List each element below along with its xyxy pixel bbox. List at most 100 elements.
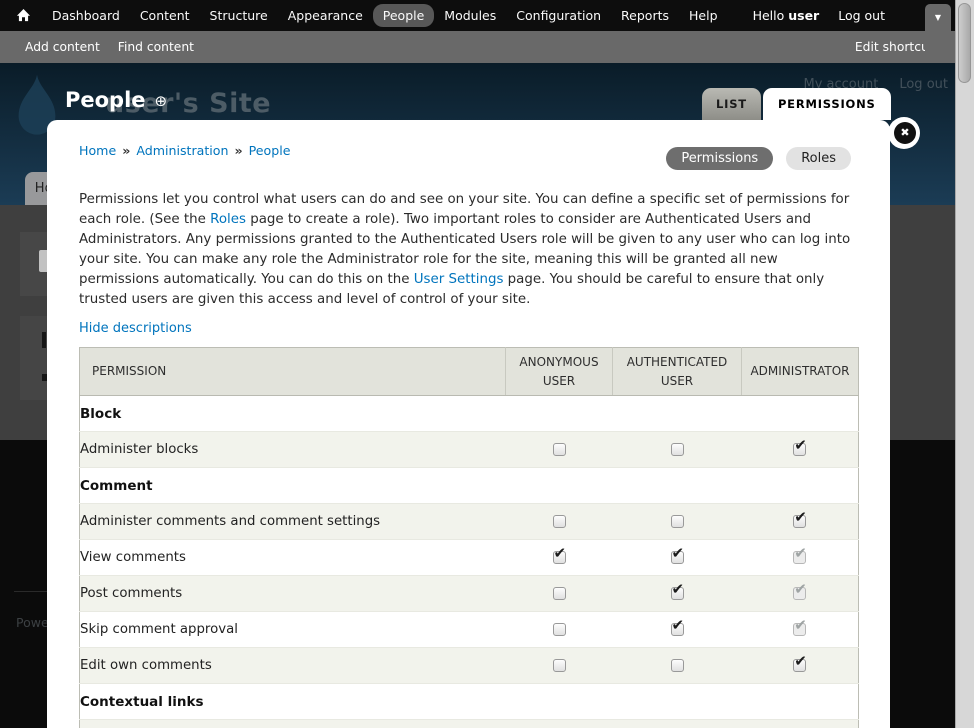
toolbar-item-modules[interactable]: Modules <box>434 4 506 27</box>
checkbox-anonymous-user-skip-comment-approval[interactable] <box>552 622 566 636</box>
checkmark-icon: ✔ <box>671 579 685 598</box>
checkbox-authenticated-user-administer-blocks[interactable] <box>670 442 684 456</box>
roles-link[interactable]: Roles <box>210 212 246 227</box>
user-settings-link[interactable]: User Settings <box>414 272 504 287</box>
checkmark-icon: ✔ <box>671 615 685 634</box>
shortcut-item-find-content[interactable]: Find content <box>118 40 194 54</box>
toolbar-item-help[interactable]: Help <box>679 4 728 27</box>
checkbox-cell <box>505 647 613 684</box>
toolbar-item-reports[interactable]: Reports <box>611 4 679 27</box>
checkbox-cell: ✔ <box>741 575 859 612</box>
logout-link[interactable]: Log out <box>838 8 885 23</box>
shortcut-menu: Add content Find content <box>25 40 194 54</box>
checkbox-administrator-post-comments: ✔ <box>793 581 807 600</box>
checkbox-cell <box>612 503 742 540</box>
checkmark-icon: ✔ <box>794 435 807 454</box>
dimmed-input-fragment <box>39 250 47 272</box>
greeting: Hello user <box>753 8 820 23</box>
scrollbar[interactable] <box>955 0 974 728</box>
toolbar-item-appearance[interactable]: Appearance <box>278 4 373 27</box>
tab-list[interactable]: LIST <box>702 88 761 120</box>
shortcut-bar: Add content Find content Edit shortcuts <box>0 31 956 63</box>
roles-button[interactable]: Roles <box>786 147 851 170</box>
shortcut-item-add-content[interactable]: Add content <box>25 40 100 54</box>
checkbox-cell <box>505 431 613 468</box>
checkbox-anonymous-user-administer-blocks[interactable] <box>552 442 566 456</box>
dimmed-text-fragment <box>42 332 46 348</box>
partial-cell <box>79 719 859 728</box>
checkbox-cell <box>505 503 613 540</box>
column-header-permission: PERMISSION <box>79 347 506 396</box>
checkmark-icon: ✔ <box>794 507 807 526</box>
toolbar-user-area: Hello user Log out <box>753 0 885 31</box>
checkbox-cell: ✔ <box>741 539 859 576</box>
page-title-text: People <box>65 88 146 112</box>
permissions-overlay: Home » Administration » People Permissions Ro… <box>47 120 890 728</box>
checkbox-cell: ✔ <box>741 431 859 468</box>
permission-row-administer-comments-and-comment-settings: Administer comments and comment settings… <box>79 503 859 540</box>
checkbox-administrator-administer-blocks[interactable]: ✔ <box>793 437 807 456</box>
checkbox-authenticated-user-administer-comments-and-comment-settings[interactable] <box>670 514 684 528</box>
checkbox-anonymous-user-post-comments[interactable] <box>552 586 566 600</box>
column-header-authenticated-user: AUTHENTICATED USER <box>612 347 742 396</box>
breadcrumb-link-home[interactable]: Home <box>79 143 116 158</box>
breadcrumb: Home » Administration » People <box>79 143 290 158</box>
checkbox-cell: ✔ <box>612 539 742 576</box>
checkbox-cell <box>505 611 613 648</box>
home-icon[interactable] <box>16 8 31 23</box>
permissions-description: Permissions let you control what users c… <box>79 190 862 310</box>
footer-divider <box>14 591 47 592</box>
checkbox-cell: ✔ <box>505 539 613 576</box>
toolbar-item-people[interactable]: People <box>372 4 435 27</box>
checkbox-authenticated-user-view-comments[interactable]: ✔ <box>670 545 684 564</box>
section-label: Contextual links <box>79 683 859 720</box>
toolbar-toggle-button[interactable]: ▼ <box>925 4 951 63</box>
permissions-button[interactable]: Permissions <box>666 147 774 170</box>
section-row-comment: Comment <box>79 467 859 504</box>
logout-link-dimmed: Log out <box>899 77 948 92</box>
breadcrumb-separator: » <box>234 143 243 158</box>
hide-descriptions-link[interactable]: Hide descriptions <box>79 321 192 336</box>
checkbox-cell: ✔ <box>612 611 742 648</box>
tab-permissions[interactable]: PERMISSIONS <box>762 88 891 120</box>
checkbox-anonymous-user-administer-comments-and-comment-settings[interactable] <box>552 514 566 528</box>
checkbox-administrator-edit-own-comments[interactable]: ✔ <box>793 653 807 672</box>
toolbar-item-dashboard[interactable]: Dashboard <box>42 4 130 27</box>
section-label: Block <box>79 395 859 432</box>
scrollbar-thumb[interactable] <box>958 3 971 83</box>
section-row-block: Block <box>79 395 859 432</box>
toolbar-item-content[interactable]: Content <box>130 4 200 27</box>
checkbox-authenticated-user-skip-comment-approval[interactable]: ✔ <box>670 617 684 636</box>
add-shortcut-icon[interactable]: ⊕ <box>155 94 168 109</box>
checkbox-cell: ✔ <box>741 611 859 648</box>
permissions-table: PERMISSION ANONYMOUS USER AUTHENTICATED US… <box>79 347 859 728</box>
permissions-roles-buttons: Permissions Roles <box>666 147 851 170</box>
toolbar-item-structure[interactable]: Structure <box>200 4 278 27</box>
breadcrumb-link-administration[interactable]: Administration <box>136 143 228 158</box>
screen: user's Site My account Log out Home Powe… <box>0 0 974 728</box>
permission-row-administer-blocks: Administer blocks ✔ <box>79 431 859 468</box>
breadcrumb-link-people[interactable]: People <box>249 143 291 158</box>
section-row-contextual-links: Contextual links <box>79 683 859 720</box>
close-icon[interactable]: ✖ <box>894 122 916 144</box>
greeting-prefix: Hello <box>752 8 785 23</box>
checkmark-icon: ✔ <box>553 543 567 562</box>
page-title: People ⊕ <box>65 88 167 112</box>
permission-label: Edit own comments <box>79 647 506 684</box>
partial-row <box>79 719 859 728</box>
greeting-username: user <box>788 8 820 23</box>
checkbox-authenticated-user-post-comments[interactable]: ✔ <box>670 581 684 600</box>
checkbox-anonymous-user-view-comments[interactable]: ✔ <box>552 545 566 564</box>
checkbox-anonymous-user-edit-own-comments[interactable] <box>552 658 566 672</box>
checkmark-icon: ✔ <box>794 579 807 598</box>
checkbox-authenticated-user-edit-own-comments[interactable] <box>670 658 684 672</box>
toolbar-item-configuration[interactable]: Configuration <box>506 4 611 27</box>
overlay-tabs: LIST PERMISSIONS <box>702 88 891 120</box>
checkbox-administrator-administer-comments-and-comment-settings[interactable]: ✔ <box>793 509 807 528</box>
dimmed-sidebar-block <box>20 316 47 400</box>
checkbox-cell: ✔ <box>741 503 859 540</box>
checkbox-administrator-view-comments: ✔ <box>793 545 807 564</box>
section-label: Comment <box>79 467 859 504</box>
checkmark-icon: ✔ <box>794 651 807 670</box>
permission-label: Administer blocks <box>79 431 506 468</box>
